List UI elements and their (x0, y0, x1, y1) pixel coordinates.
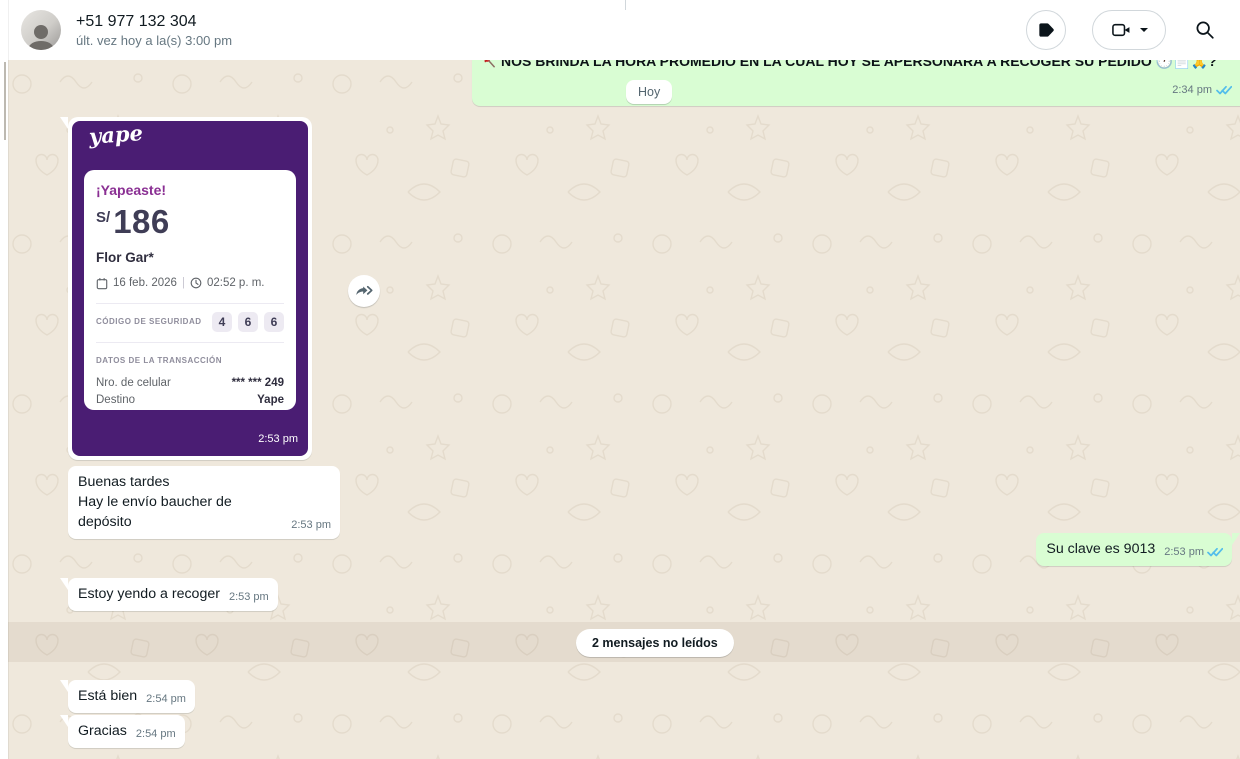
row-label: Destino (96, 392, 135, 409)
yape-receipt-card: ¡Yapeaste! S/ 186 Flor Gar* 16 feb. 2026 (84, 170, 296, 410)
yape-receipt-image: yape ¡Yapeaste! S/ 186 Flor Gar* (72, 121, 308, 456)
avatar-silhouette (24, 22, 58, 50)
message-outgoing[interactable]: Su clave es 9013 2:53 pm (1036, 533, 1232, 566)
contact-info[interactable]: +51 977 132 304 últ. vez hoy a la(s) 3:0… (76, 11, 232, 50)
message-incoming[interactable]: Buenas tardes Hay le envío baucher de de… (68, 466, 340, 539)
header-actions (1026, 10, 1218, 50)
divider (96, 303, 284, 304)
transaction-date: 16 feb. 2026 (113, 273, 177, 293)
row-value: 13892466 (233, 409, 284, 410)
security-digit: 4 (212, 312, 232, 332)
message-incoming[interactable]: Estoy yendo a recoger 2:53 pm (68, 578, 278, 611)
labels-button[interactable] (1026, 10, 1066, 50)
scrollbar-thumb[interactable] (4, 62, 6, 140)
message-time: 2:54 pm (146, 689, 186, 709)
panel-divider (8, 0, 9, 759)
bubble-tail (60, 680, 68, 692)
yape-amount-row: S/ 186 (96, 204, 284, 240)
transaction-time: 02:52 p. m. (207, 273, 265, 293)
message-time: 2:53 pm (1164, 542, 1204, 562)
chat-scroll-area[interactable]: NOS BRINDA LA HORA PROMEDIO EN LA CUAL H… (0, 60, 1240, 759)
forward-message-button[interactable] (348, 275, 380, 307)
message-text: Estoy yendo a recoger (78, 584, 220, 604)
transaction-data-label: DATOS DE LA TRANSACCIÓN (96, 351, 284, 371)
transaction-datetime: 16 feb. 2026 | 02:52 p. m. (96, 273, 284, 293)
read-receipt-icon (1207, 547, 1223, 558)
pushpin-icon (482, 60, 497, 69)
search-icon (1194, 19, 1216, 41)
contact-avatar[interactable] (21, 10, 61, 50)
transaction-rows: Nro. de celular *** *** 249 Destino Yape… (96, 375, 284, 410)
calendar-icon (96, 277, 108, 290)
currency-symbol: S/ (96, 208, 110, 228)
message-time: 2:53 pm (258, 429, 298, 449)
security-digit: 6 (238, 312, 258, 332)
message-time: 2:54 pm (136, 724, 176, 744)
bubble-tail (60, 715, 68, 727)
search-button[interactable] (1192, 17, 1218, 43)
clock-icon (190, 277, 202, 289)
message-incoming[interactable]: Gracias 2:54 pm (68, 715, 185, 748)
row-value: Yape (257, 392, 284, 409)
whatsapp-window: +51 977 132 304 últ. vez hoy a la(s) 3:0… (0, 0, 1240, 759)
yape-logo: yape (88, 123, 143, 147)
announcement-text: NOS BRINDA LA HORA PROMEDIO EN LA CUAL H… (501, 60, 1152, 71)
row-label: Nro. de operación (96, 409, 187, 410)
message-time: 2:34 pm (1172, 80, 1212, 100)
message-text: Está bien (78, 686, 137, 706)
transaction-row: Destino Yape (96, 392, 284, 409)
security-code-digits: 4 6 6 (212, 312, 284, 332)
date-chip: Hoy (626, 80, 672, 104)
message-text: Su clave es 9013 (1046, 539, 1155, 559)
bubble-tail (60, 578, 68, 590)
chevron-down-icon (1139, 27, 1149, 33)
message-meta: 2:53 pm (1164, 542, 1223, 562)
security-digit: 6 (264, 312, 284, 332)
video-call-icon (1110, 19, 1132, 41)
message-time: 2:53 pm (291, 515, 331, 535)
label-icon (1036, 20, 1056, 40)
message-text: Gracias (78, 721, 127, 741)
announcement-emojis: 🕐📄🙏? (1156, 60, 1217, 71)
yape-headline: ¡Yapeaste! (96, 180, 284, 200)
separator: | (182, 273, 185, 293)
transaction-row: Nro. de celular *** *** 249 (96, 375, 284, 392)
unread-messages-divider: 2 mensajes no leídos (576, 629, 734, 657)
recipient-name: Flor Gar* (96, 248, 284, 268)
row-label: Nro. de celular (96, 375, 171, 392)
message-incoming[interactable]: Está bien 2:54 pm (68, 680, 195, 713)
security-code-label: CÓDIGO DE SEGURIDAD (96, 312, 202, 332)
message-text: Buenas tardes Hay le envío baucher de de… (78, 472, 282, 532)
video-call-button[interactable] (1092, 10, 1166, 50)
transaction-row: Nro. de operación 13892466 (96, 409, 284, 410)
divider (96, 342, 284, 343)
message-announcement[interactable]: NOS BRINDA LA HORA PROMEDIO EN LA CUAL H… (472, 60, 1240, 106)
contact-name: +51 977 132 304 (76, 11, 232, 32)
forward-icon (354, 282, 374, 300)
read-receipt-icon (1216, 85, 1232, 96)
bubble-tail (60, 117, 68, 129)
amount-value: 186 (113, 204, 170, 240)
message-yape-receipt[interactable]: yape ¡Yapeaste! S/ 186 Flor Gar* (68, 117, 312, 460)
row-value: *** *** 249 (232, 375, 284, 392)
message-time: 2:53 pm (229, 587, 269, 607)
bubble-tail (1232, 533, 1240, 545)
announcement-meta: 2:34 pm (482, 80, 1238, 100)
last-seen-status: últ. vez hoy a la(s) 3:00 pm (76, 32, 232, 50)
security-code-row: CÓDIGO DE SEGURIDAD 4 6 6 (96, 312, 284, 332)
window-top-divider (625, 0, 626, 10)
announcement-text-row: NOS BRINDA LA HORA PROMEDIO EN LA CUAL H… (482, 60, 1238, 71)
